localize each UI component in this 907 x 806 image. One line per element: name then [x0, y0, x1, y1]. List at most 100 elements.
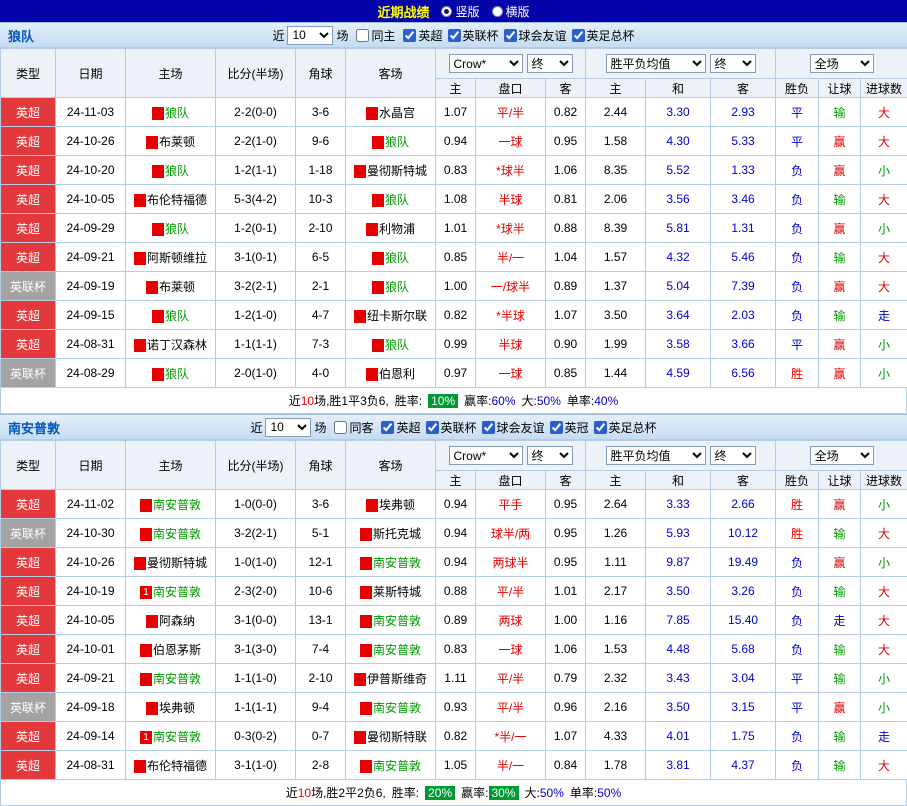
euro-draw-odds: 9.87 [646, 548, 711, 577]
asian-home-odds: 0.94 [436, 490, 476, 519]
odds-company-select[interactable]: Crow* [449, 446, 523, 465]
score: 1-1(1-1) [216, 330, 296, 359]
league-filter-checkbox[interactable] [448, 29, 461, 42]
league-filter[interactable]: 英联杯 [448, 27, 499, 44]
away-team-cell: 南安普敦 [346, 606, 436, 635]
euro-home-odds: 1.78 [586, 751, 646, 780]
league-filter-checkbox[interactable] [550, 421, 563, 434]
asian-away-odds: 0.89 [546, 272, 586, 301]
match-date: 24-10-19 [56, 577, 126, 606]
league-filter[interactable]: 英冠 [550, 419, 589, 436]
handicap-result-cell: 赢 [819, 693, 861, 722]
home-card-badge [152, 223, 164, 236]
league-filter-checkbox[interactable] [594, 421, 607, 434]
handicap-line: 平手 [476, 490, 546, 519]
euro-final-select[interactable]: 终 [710, 446, 756, 465]
match-row: 英超 24-10-26 曼彻斯特城 1-0(1-0) 12-1 南安普敦 0.9… [1, 548, 907, 577]
league-filter[interactable]: 英足总杯 [572, 27, 635, 44]
league-filter[interactable]: 英联杯 [426, 419, 477, 436]
league-filter-checkbox[interactable] [403, 29, 416, 42]
match-date: 24-10-30 [56, 519, 126, 548]
home-team-name: 诺丁汉森林 [147, 338, 207, 352]
scope-select[interactable]: 全场 [810, 446, 874, 465]
handicap-result-cell: 赢 [819, 127, 861, 156]
away-team-name: 伯恩利 [379, 367, 415, 381]
asian-away-odds: 0.85 [546, 359, 586, 388]
asian-odds-group-header: Crow* 终 [436, 441, 586, 471]
asian-away-odds: 0.79 [546, 664, 586, 693]
handicap-line: 两球 [476, 606, 546, 635]
asian-final-select[interactable]: 终 [527, 54, 573, 73]
euro-home-odds: 1.16 [586, 606, 646, 635]
home-team-name: 狼队 [165, 309, 189, 323]
euro-odds-select[interactable]: 胜平负均值 [606, 446, 706, 465]
result-cell: 负 [776, 243, 819, 272]
league-filter-checkbox[interactable] [381, 421, 394, 434]
league-filter[interactable]: 球会友谊 [504, 27, 567, 44]
score: 2-0(1-0) [216, 359, 296, 388]
same-side-checkbox[interactable] [356, 29, 369, 42]
league-filter-label: 英足总杯 [609, 419, 657, 436]
asian-home-odds: 0.94 [436, 548, 476, 577]
recent-count-select[interactable]: 10 [265, 418, 311, 437]
home-team-name: 伯恩茅斯 [153, 643, 201, 657]
handicap-rate: 赢率:60% [464, 392, 515, 409]
result-cell: 负 [776, 156, 819, 185]
league-filter[interactable]: 英足总杯 [594, 419, 657, 436]
radio-selected-icon[interactable] [441, 6, 452, 17]
away-team-name: 纽卡斯尔联 [367, 309, 427, 323]
league-filter-checkbox[interactable] [426, 421, 439, 434]
euro-home-odds: 2.16 [586, 693, 646, 722]
match-date: 24-08-31 [56, 751, 126, 780]
goals-result-cell: 走 [861, 301, 907, 330]
league-badge: 英超 [1, 185, 56, 214]
league-filter[interactable]: 英超 [381, 419, 420, 436]
handicap-line: 平/半 [476, 693, 546, 722]
league-filter[interactable]: 球会友谊 [482, 419, 545, 436]
sub-euro-home: 主 [586, 79, 646, 98]
home-card-badge [140, 499, 152, 512]
col-away: 客场 [346, 49, 436, 98]
euro-away-odds: 6.56 [711, 359, 776, 388]
away-team-cell: 曼彻斯特城 [346, 156, 436, 185]
league-filter[interactable]: 英超 [403, 27, 442, 44]
league-filter-label: 英联杯 [441, 419, 477, 436]
result-cell: 胜 [776, 359, 819, 388]
home-team-cell: 1南安普敦 [126, 722, 216, 751]
match-row: 英超 24-10-20 狼队 1-2(1-1) 1-18 曼彻斯特城 0.83 … [1, 156, 907, 185]
corners: 12-1 [296, 548, 346, 577]
recent-count-select[interactable]: 10 [287, 26, 333, 45]
scope-select[interactable]: 全场 [810, 54, 874, 73]
home-team-name: 阿斯顿维拉 [147, 251, 207, 265]
home-team-cell: 狼队 [126, 214, 216, 243]
league-filter-checkbox[interactable] [572, 29, 585, 42]
match-row: 英超 24-09-14 1南安普敦 0-3(0-2) 0-7 曼彻斯特联 0.8… [1, 722, 907, 751]
league-filter-checkbox[interactable] [504, 29, 517, 42]
same-side-filter[interactable]: 同主 [356, 27, 395, 44]
euro-final-select[interactable]: 终 [710, 54, 756, 73]
results-table-body: 英超 24-11-03 狼队 2-2(0-0) 3-6 水晶宫 1.07 平/半… [1, 98, 907, 388]
layout-option-horizontal[interactable]: 横版 [492, 3, 530, 20]
same-side-filter[interactable]: 同客 [334, 419, 373, 436]
away-card-badge [360, 644, 372, 657]
home-team-cell: 1南安普敦 [126, 577, 216, 606]
score: 3-2(2-1) [216, 272, 296, 301]
euro-odds-select[interactable]: 胜平负均值 [606, 54, 706, 73]
home-team-name: 曼彻斯特城 [147, 556, 207, 570]
layout-option-vertical[interactable]: 竖版 [441, 3, 479, 20]
radio-unselected-icon[interactable] [492, 6, 503, 17]
result-cell: 负 [776, 301, 819, 330]
asian-final-select[interactable]: 终 [527, 446, 573, 465]
goals-result-cell: 大 [861, 272, 907, 301]
euro-home-odds: 1.57 [586, 243, 646, 272]
sections-container: 狼队 近 10 场 同主 英超英联杯球会友谊英足总杯 [0, 22, 907, 806]
euro-away-odds: 1.33 [711, 156, 776, 185]
odds-company-select[interactable]: Crow* [449, 54, 523, 73]
away-team-cell: 南安普敦 [346, 548, 436, 577]
league-filter-checkbox[interactable] [482, 421, 495, 434]
over-rate: 大:50% [522, 392, 561, 409]
league-badge: 英超 [1, 722, 56, 751]
same-side-checkbox[interactable] [334, 421, 347, 434]
home-card-badge [140, 644, 152, 657]
away-team-name: 狼队 [385, 193, 409, 207]
